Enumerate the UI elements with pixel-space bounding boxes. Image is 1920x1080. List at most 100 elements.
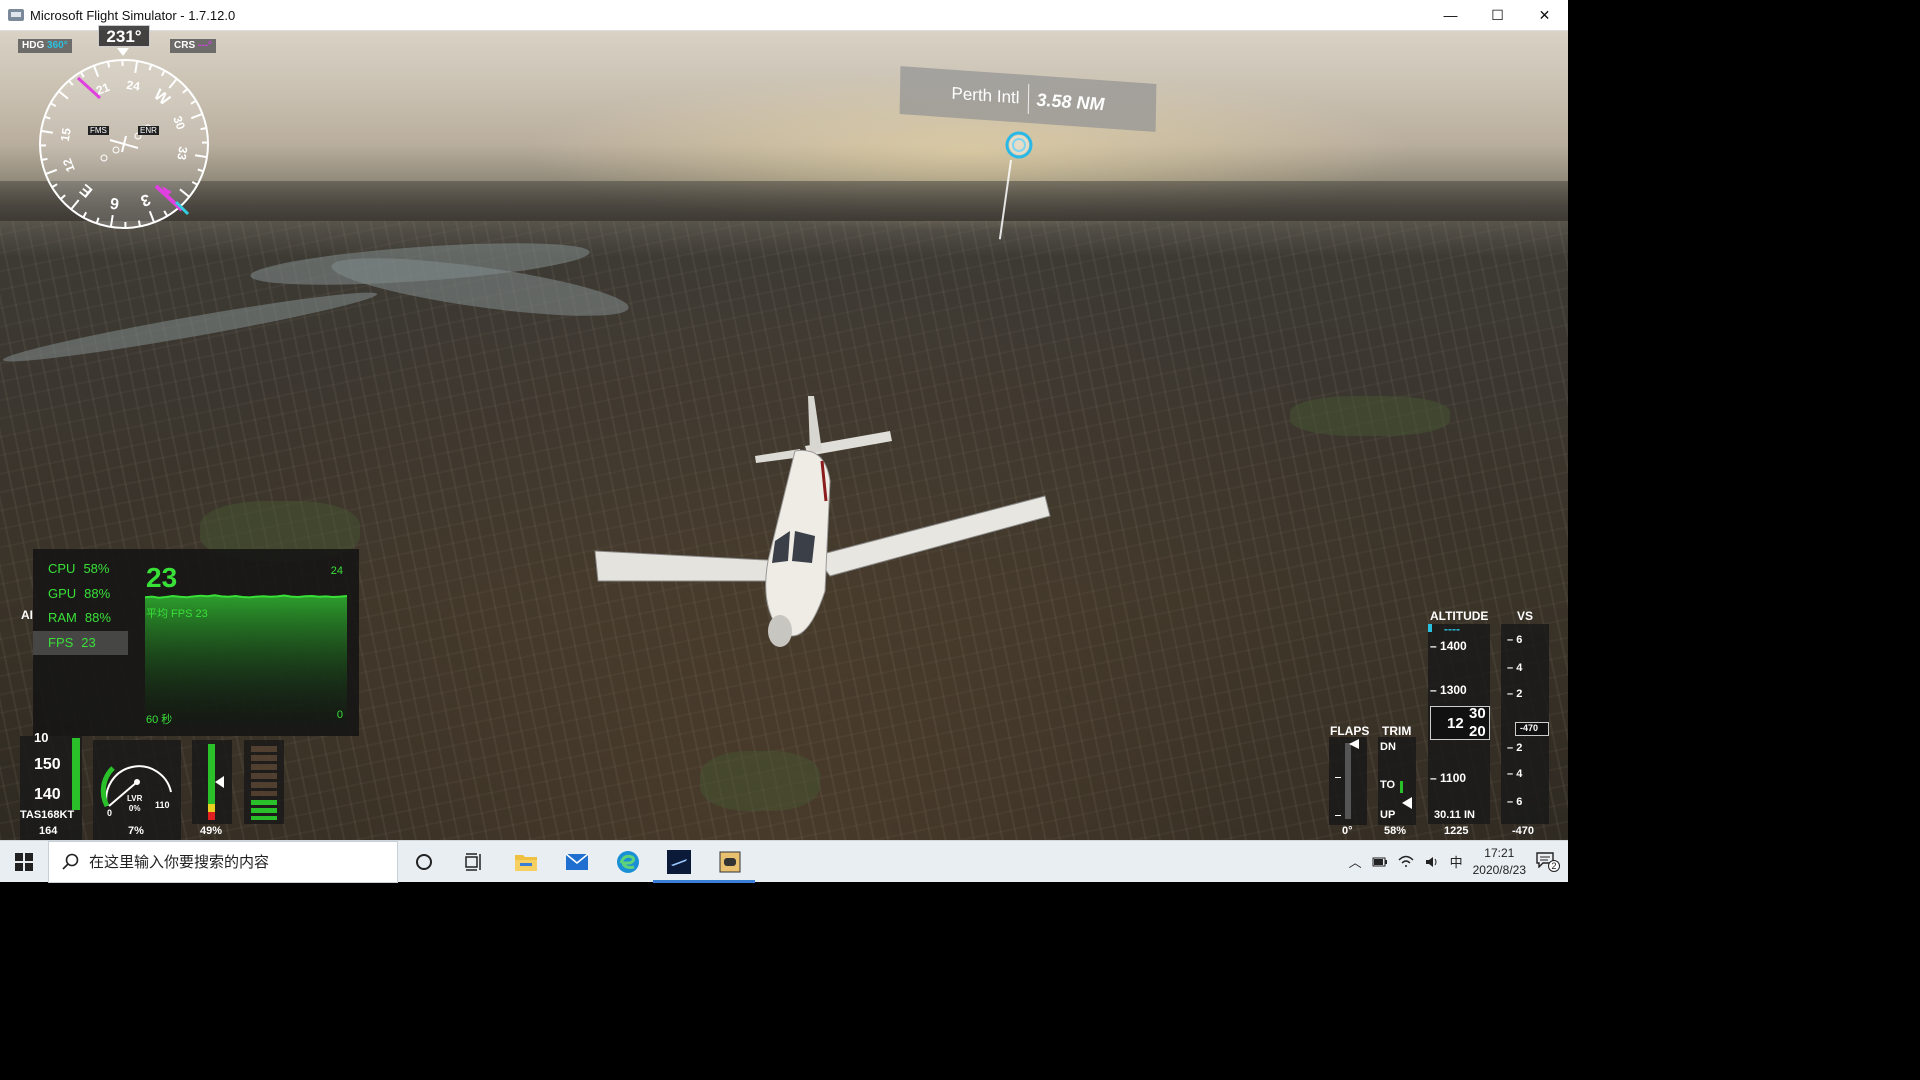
stat-fps[interactable]: FPS 23 (33, 630, 128, 655)
stat-label: RAM (48, 610, 77, 625)
game-bar-icon (719, 851, 740, 872)
minimize-button[interactable]: — (1427, 0, 1474, 31)
vs-tick: – 4 (1507, 662, 1523, 674)
trim-up: UP (1380, 809, 1396, 821)
vs-value: -470 (1512, 825, 1535, 837)
stat-label: FPS (48, 634, 74, 650)
volume-icon[interactable] (1424, 855, 1440, 869)
battery-icon[interactable] (1372, 856, 1388, 868)
altitude-tick-label: 1100 (1440, 771, 1467, 785)
stat-value: 23 (81, 634, 96, 650)
window-controls: — ☐ ✕ (1427, 0, 1568, 31)
vs-tick-label: 6 (1516, 634, 1523, 646)
search-icon (62, 853, 79, 870)
taskbar-search[interactable]: 在这里输入你要搜索的内容 (48, 840, 398, 883)
show-hidden-icons-chevron-icon[interactable]: ︿ (1349, 852, 1362, 871)
altitude-readout: 12 30 20 (1430, 705, 1490, 740)
compass-tick (137, 220, 142, 227)
true-airspeed: TAS168KT (20, 809, 75, 821)
throttle-percent: 49% (200, 825, 223, 837)
vs-tick: – 2 (1507, 688, 1523, 700)
windows-logo-icon (15, 852, 33, 871)
throttle-gauge[interactable] (192, 740, 232, 824)
taskbar-app-edge[interactable] (602, 841, 653, 883)
throttle-red (208, 812, 215, 820)
throttle-yellow (208, 804, 215, 812)
stat-label: GPU (48, 585, 77, 601)
fps-min: 0 (336, 709, 343, 721)
trim-to-band (1400, 781, 1403, 793)
vs-label: VS (1517, 609, 1534, 623)
search-placeholder: 在这里输入你要搜索的内容 (89, 854, 270, 871)
heading-readout: 231° (98, 25, 150, 47)
crs-label: CRS (174, 40, 196, 51)
close-button[interactable]: ✕ (1521, 0, 1568, 31)
baro-setting[interactable]: 30.11 IN (1434, 809, 1475, 821)
altitude-label: ALTITUDE (1430, 609, 1489, 623)
app-root: Microsoft Flight Simulator - 1.7.12.0 — … (0, 0, 1568, 883)
hdg-box[interactable]: HDG 360° (18, 39, 72, 53)
maximize-button[interactable]: ☐ (1474, 0, 1521, 31)
throttle-green (208, 744, 215, 804)
airspeed-tick: 10 (34, 730, 49, 745)
task-view-button[interactable] (449, 841, 500, 883)
vs-tick: – 2 (1507, 742, 1523, 754)
stat-value: 88% (84, 585, 111, 601)
fms-label: FMS (88, 126, 109, 135)
wifi-icon[interactable] (1398, 855, 1414, 869)
vs-tick-label: 4 (1516, 768, 1523, 780)
taskbar-app-flight-simulator[interactable] (653, 841, 704, 883)
vs-tick-label: 2 (1516, 688, 1523, 700)
stat-gpu[interactable]: GPU 88% (33, 582, 128, 607)
indicated-airspeed: 164 (39, 825, 58, 837)
altitude-bug (1428, 624, 1432, 632)
edge-icon (616, 850, 639, 873)
compass-label: 33 (174, 146, 190, 162)
flaps-track (1345, 743, 1351, 819)
task-view-icon (464, 852, 481, 871)
ime-indicator[interactable]: 中 (1450, 852, 1463, 871)
trim-value: 58% (1384, 825, 1407, 837)
vs-readout: -470 (1515, 722, 1549, 736)
waypoint-target-icon[interactable] (1004, 130, 1034, 160)
taskbar-app-file-explorer[interactable] (500, 841, 551, 883)
taskbar-app-mail[interactable] (551, 841, 602, 883)
crs-box[interactable]: CRS ---° (170, 39, 216, 53)
action-center-button[interactable]: 2 (1536, 851, 1560, 872)
compass-label: 24 (126, 78, 142, 94)
enr-label: ENR (138, 126, 159, 135)
rpm-value: 0% (128, 804, 141, 813)
window-titlebar: Microsoft Flight Simulator - 1.7.12.0 — … (0, 0, 1568, 31)
rpm-percent: 7% (128, 825, 144, 837)
start-button[interactable] (0, 841, 48, 883)
mixture-bars-dim (251, 746, 277, 796)
flaps-indicator[interactable] (1329, 737, 1367, 825)
flaps-value: 0° (1342, 825, 1353, 837)
notification-count: 2 (1548, 859, 1560, 872)
system-tray: ︿ 中 17:21 2020/8/23 2 (1349, 845, 1568, 879)
horizon (0, 181, 1568, 221)
stat-label: CPU (48, 561, 76, 576)
trim-pointer (1402, 797, 1412, 809)
altitude-target: ---- (1444, 622, 1460, 636)
compass-tick (106, 61, 111, 68)
folder-icon (514, 854, 537, 871)
performance-overlay: CPU 58% GPU 88% RAM 88% FPS 23 23 24 平均 FPS … (33, 549, 359, 736)
mixture-gauge[interactable] (244, 740, 284, 824)
stat-ram[interactable]: RAM 88% (33, 606, 128, 631)
vs-tick: – 4 (1507, 768, 1523, 780)
compass-tick (200, 126, 207, 131)
compass-tick (41, 157, 48, 162)
taskbar-app-game-bar[interactable] (704, 841, 755, 883)
fps-max: 24 (330, 565, 343, 577)
fps-current: 23 (146, 562, 178, 593)
trim-indicator[interactable]: DN TO UP (1378, 737, 1416, 825)
cortana-button[interactable] (398, 841, 449, 883)
altitude-tick: – 1100 (1430, 771, 1467, 785)
airspeed-tick: 150 (34, 756, 61, 773)
stat-cpu[interactable]: CPU 58% (33, 557, 128, 582)
taskbar: 在这里输入你要搜索的内容 ︿ 中 17:21 2020/8/23 2 (0, 840, 1568, 883)
crs-value: ---° (197, 40, 212, 51)
compass-rose: 36E121521 24W3033 (39, 59, 209, 229)
clock[interactable]: 17:21 2020/8/23 (1473, 845, 1526, 879)
